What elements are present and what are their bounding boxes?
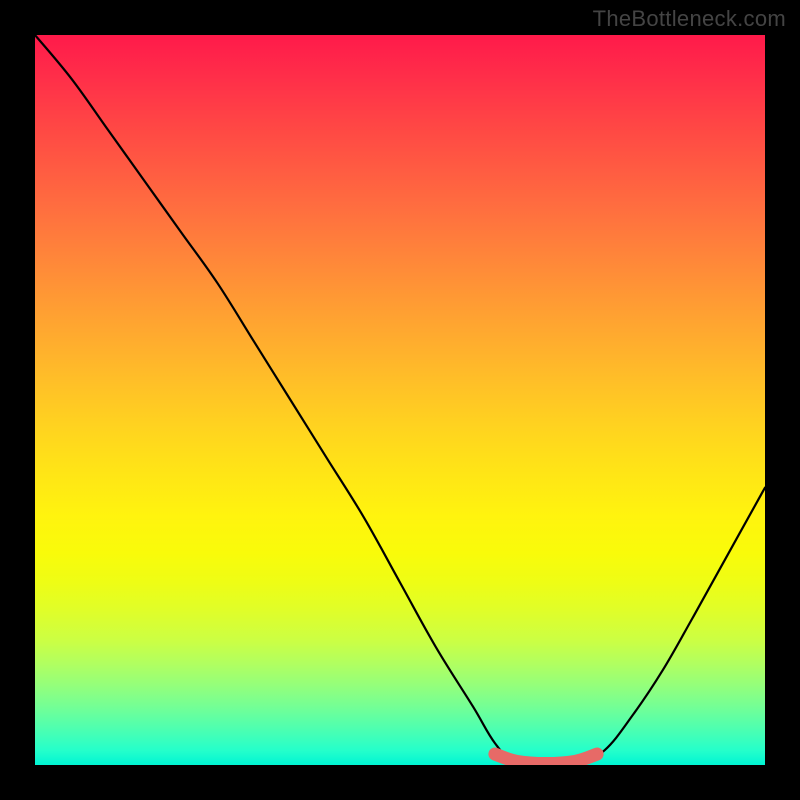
plot-area xyxy=(35,35,765,765)
optimal-range-highlight xyxy=(495,754,597,763)
curve-line xyxy=(35,35,765,765)
attribution-text: TheBottleneck.com xyxy=(593,6,786,32)
bottleneck-chart xyxy=(35,35,765,765)
chart-container: TheBottleneck.com xyxy=(0,0,800,800)
